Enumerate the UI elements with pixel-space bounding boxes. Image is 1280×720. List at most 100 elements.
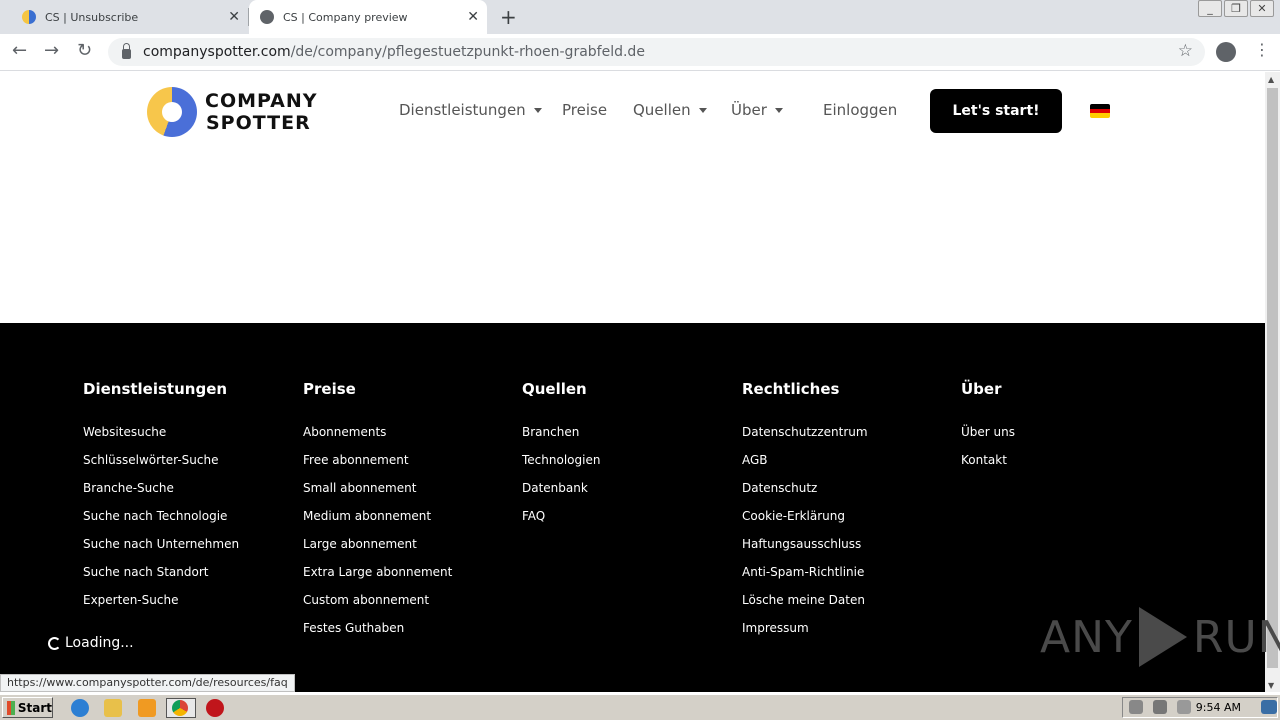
restore-icon[interactable]: ❐ [1224,0,1248,17]
caret-down-icon [533,108,542,113]
flag-icon[interactable] [1177,700,1191,714]
footer-column-about: Über Über uns Kontakt [961,380,1015,480]
volume-icon[interactable] [1129,700,1143,714]
nav-about[interactable]: Über [731,101,783,119]
footer-column-sources: Quellen Branchen Technologien Datenbank FAQ [522,380,600,536]
footer-link[interactable]: Custom abonnement [303,592,452,620]
scroll-up-arrow-icon[interactable]: ▲ [1268,75,1274,84]
reload-icon[interactable]: ↻ [77,40,92,61]
back-arrow-icon[interactable]: ← [12,40,27,61]
footer-link[interactable]: Branche-Suche [83,480,239,508]
footer-link[interactable]: Über uns [961,424,1015,452]
new-tab-icon[interactable]: + [500,5,517,29]
bookmark-star-icon[interactable]: ☆ [1178,41,1193,61]
vertical-scrollbar[interactable]: ▲ ▼ [1265,72,1280,692]
nav-sources-label: Quellen [633,101,691,119]
footer-link[interactable]: Websitesuche [83,424,239,452]
tab-close-icon[interactable]: ✕ [228,9,240,25]
footer-link[interactable]: Medium abonnement [303,508,452,536]
system-tray: 9:54 AM [1122,697,1278,718]
site-logo[interactable]: COMPANY SPOTTER [147,87,318,137]
watermark-left: ANY [1040,611,1133,663]
profile-avatar-icon[interactable] [1216,42,1236,62]
footer-link[interactable]: Suche nach Unternehmen [83,536,239,564]
footer-link[interactable]: Large abonnement [303,536,452,564]
footer-link[interactable]: AGB [742,452,868,480]
media-player-icon[interactable] [138,699,156,717]
logo-line-2: SPOTTER [206,112,311,134]
nav-sources[interactable]: Quellen [633,101,707,119]
nav-prices[interactable]: Preise [562,101,607,119]
spinner-icon [48,636,61,650]
watermark-right: RUN [1192,611,1280,663]
german-flag-icon[interactable] [1090,104,1110,118]
windows-logo-icon [7,700,15,715]
companyspotter-favicon-icon [22,10,36,24]
footer-link[interactable]: Datenschutz [742,480,868,508]
footer-link[interactable]: Datenschutzzentrum [742,424,868,452]
footer-link[interactable]: Haftungsausschluss [742,536,868,564]
loading-text: Loading... [65,635,134,651]
browser-toolbar: ← → ↻ companyspotter.com /de/company/pfl… [0,34,1280,71]
footer-link[interactable]: Impressum [742,620,868,648]
file-explorer-icon[interactable] [104,699,122,717]
lock-icon [122,43,131,59]
footer-link[interactable]: Datenbank [522,480,600,508]
footer-column-services: Dienstleistungen Websitesuche Schlüsselwör… [83,380,239,620]
logo-mark-icon [147,87,197,137]
footer-heading: Preise [303,380,356,398]
start-button[interactable]: Start [2,697,53,718]
footer-link[interactable]: Extra Large abonnement [303,564,452,592]
nav-login-label: Einloggen [823,101,898,119]
footer-link[interactable]: Small abonnement [303,480,452,508]
footer-column-prices: Preise Abonnements Free abonnement Small ab… [303,380,452,648]
footer-link[interactable]: Suche nach Technologie [83,508,239,536]
nav-about-label: Über [731,101,767,119]
scroll-thumb[interactable] [1267,88,1278,668]
footer-link[interactable]: Suche nach Standort [83,564,239,592]
footer-link[interactable]: Anti-Spam-Richtlinie [742,564,868,592]
window-controls: _ ❐ ✕ [1198,0,1274,17]
lets-start-button[interactable]: Let's start! [930,89,1062,133]
tab-unsubscribe[interactable]: CS | Unsubscribe ✕ [0,0,248,34]
play-icon [1138,607,1187,667]
footer-link[interactable]: Kontakt [961,452,1015,480]
footer-link[interactable]: Cookie-Erklärung [742,508,868,536]
footer-link[interactable]: Technologien [522,452,600,480]
footer-heading: Rechtliches [742,380,840,398]
nav-services[interactable]: Dienstleistungen [399,101,542,119]
browser-tab-bar: CS | Unsubscribe ✕ CS | Company preview … [0,0,1280,34]
forward-arrow-icon[interactable]: → [44,40,59,61]
logo-line-1: COMPANY [205,90,318,112]
nav-login[interactable]: Einloggen [823,101,897,119]
show-desktop-icon[interactable] [1261,700,1277,714]
footer-link[interactable]: Schlüsselwörter-Suche [83,452,239,480]
caret-down-icon [698,108,707,113]
footer-link[interactable]: Experten-Suche [83,592,239,620]
minimize-icon[interactable]: _ [1198,0,1222,17]
address-bar[interactable]: companyspotter.com /de/company/pflegestu… [108,38,1205,66]
windows-taskbar: Start 9:54 AM [0,694,1280,720]
footer-link[interactable]: Free abonnement [303,452,452,480]
page-viewport: COMPANY SPOTTER Dienstleistungen Preise … [0,72,1265,692]
internet-explorer-icon[interactable] [71,699,89,717]
scroll-down-arrow-icon[interactable]: ▼ [1268,681,1274,690]
footer-heading: Über [961,380,1002,398]
close-window-icon[interactable]: ✕ [1250,0,1274,17]
loading-indicator: Loading... [48,635,134,651]
browser-menu-icon[interactable]: ⋮ [1254,40,1270,59]
chrome-icon [172,700,188,716]
footer-link[interactable]: Festes Guthaben [303,620,452,648]
footer-link[interactable]: Abonnements [303,424,452,452]
footer-link[interactable]: FAQ [522,508,600,536]
url-path: /de/company/pflegestuetzpunkt-rhoen-grab… [290,44,645,60]
nav-prices-label: Preise [562,101,608,119]
footer-link[interactable]: Branchen [522,424,600,452]
tab-company-preview[interactable]: CS | Company preview ✕ [249,0,487,34]
network-icon[interactable] [1153,700,1167,714]
stop-app-icon[interactable] [206,699,224,717]
flag-stripe [1090,113,1110,118]
caret-down-icon [774,108,783,113]
tab-close-icon[interactable]: ✕ [467,9,479,25]
footer-link[interactable]: Lösche meine Daten [742,592,868,620]
